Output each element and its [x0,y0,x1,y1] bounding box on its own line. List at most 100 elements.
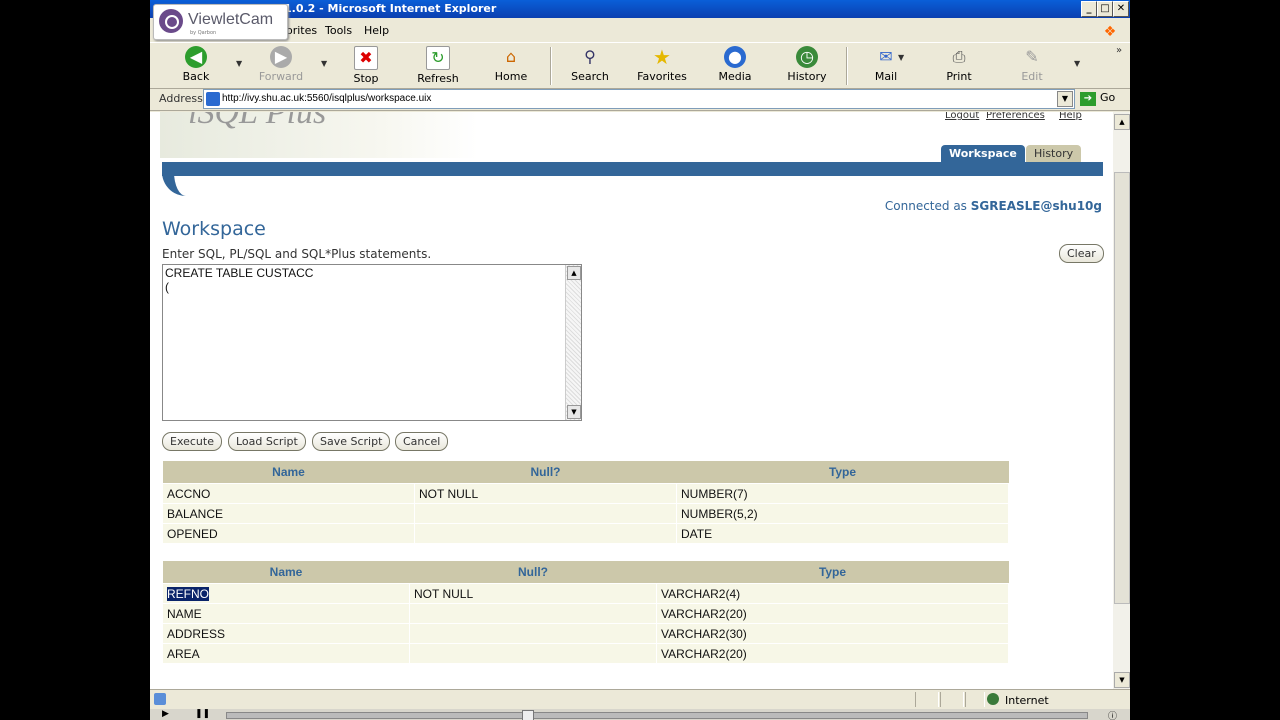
connection-status: Connected as SGREASLE@shu10g [885,199,1102,213]
toolbar-separator [550,47,552,85]
load-script-button[interactable]: Load Script [228,432,306,451]
scroll-thumb[interactable] [1114,172,1130,604]
page-title: Workspace [162,218,266,240]
scroll-down-icon[interactable]: ▼ [1114,672,1130,688]
preferences-link[interactable]: Preferences [986,112,1045,121]
refresh-label: Refresh [417,72,459,85]
logo-byline: by Qarbon [190,30,217,36]
star-icon: ★ [653,45,671,69]
home-label: Home [494,70,528,83]
cell-type: DATE [676,523,1009,544]
stop-button[interactable]: ✖ Stop [336,46,396,85]
forward-arrow-icon: ▶ [270,46,292,68]
print-label: Print [946,70,972,83]
execute-button[interactable]: Execute [162,432,222,451]
forward-button[interactable]: ▶ Forward [251,46,311,83]
info-icon[interactable]: ⓘ [1108,709,1117,720]
tab-history[interactable]: History [1026,145,1082,162]
column-header-type: Type [656,561,1009,584]
edit-button[interactable]: ✎ Edit [1002,46,1062,83]
cell-name: ACCNO [162,483,415,504]
back-dropdown-icon[interactable]: ▼ [236,59,242,68]
connected-user: SGREASLE@shu10g [970,199,1102,213]
go-button[interactable]: ➔ Go [1080,91,1115,106]
scroll-up-icon[interactable]: ▲ [567,266,581,280]
security-zone: Internet [1005,694,1049,707]
page-viewport: iSQL Plus Logout Preferences Help Worksp… [150,112,1113,689]
page-icon [206,92,220,106]
address-bar: Address ▼ ➔ Go [150,88,1130,111]
seek-handle[interactable] [522,710,534,720]
viewletcam-logo: ViewletCam by Qarbon [153,4,288,40]
table-row: REFNO NOT NULL VARCHAR2(4) [162,583,1009,604]
search-button[interactable]: ⚲ Search [560,46,620,83]
favorites-label: Favorites [637,70,687,83]
selected-text: REFNO [167,586,209,601]
logout-link[interactable]: Logout [945,112,979,121]
print-button[interactable]: ⎙ Print [929,46,989,83]
sql-input[interactable] [165,266,565,416]
go-arrow-icon: ➔ [1080,92,1096,106]
table-row: ADDRESS VARCHAR2(30) [162,623,1009,644]
media-button[interactable]: ● Media [705,46,765,83]
edit-dropdown-icon[interactable]: ▼ [1074,59,1080,68]
forward-label: Forward [258,70,304,83]
favorites-button[interactable]: ★ Favorites [632,46,692,83]
seek-track[interactable] [226,712,1088,719]
toolbar-overflow-icon[interactable]: » [1116,45,1122,56]
maximize-button[interactable]: □ [1097,1,1113,17]
menu-tools[interactable]: Tools [325,24,352,37]
tab-workspace[interactable]: Workspace [941,145,1025,162]
cell-type: NUMBER(7) [676,483,1009,504]
viewletcam-logo-icon [159,9,183,33]
search-label: Search [571,70,609,83]
result-table-second: Name Null? Type REFNO NOT NULL VARCHAR2(… [162,561,1009,664]
cell-name: OPENED [162,523,415,544]
back-button[interactable]: ◀ Back [166,46,226,83]
address-dropdown-icon[interactable]: ▼ [1057,91,1073,107]
mail-dropdown-icon[interactable]: ▼ [898,53,904,62]
clear-button[interactable]: Clear [1059,244,1104,263]
search-icon: ⚲ [584,47,596,66]
address-input[interactable] [222,91,1042,105]
mail-button[interactable]: ✉ Mail [856,46,916,83]
logo-brand: ViewletCam [188,11,274,28]
column-header-name: Name [162,561,410,584]
cell-null [409,643,657,664]
header-bar [162,162,1103,176]
cell-null [409,603,657,624]
cancel-button[interactable]: Cancel [395,432,449,451]
page-scrollbar[interactable]: ▲ ▼ [1113,112,1130,689]
refresh-button[interactable]: ↻ Refresh [408,46,468,85]
home-button[interactable]: ⌂ Home [481,46,541,83]
cell-name: NAME [162,603,410,624]
forward-dropdown-icon[interactable]: ▼ [321,59,327,68]
internet-zone-icon [987,693,999,705]
close-button[interactable]: ✕ [1113,1,1129,17]
scroll-down-icon[interactable]: ▼ [567,405,581,419]
scroll-up-icon[interactable]: ▲ [1114,114,1130,130]
column-header-type: Type [676,461,1009,484]
ie-page-icon [154,693,166,705]
cell-name: AREA [162,643,410,664]
editor-scrollbar[interactable]: ▲ ▼ [565,265,581,420]
menu-help[interactable]: Help [364,24,389,37]
table-row: AREA VARCHAR2(20) [162,643,1009,664]
save-script-button[interactable]: Save Script [312,432,391,451]
history-button[interactable]: ◷ History [777,46,837,83]
stop-label: Stop [353,72,379,85]
minimize-button[interactable]: _ [1081,1,1097,17]
cell-type: VARCHAR2(20) [656,643,1009,664]
cell-null [409,623,657,644]
cell-null: NOT NULL [409,583,657,604]
pause-icon[interactable]: ❚❚ [195,709,210,719]
column-header-null: Null? [414,461,677,484]
help-link[interactable]: Help [1059,112,1082,121]
media-globe-icon: ● [724,46,746,68]
table-row: BALANCE NUMBER(5,2) [162,503,1009,524]
printer-icon: ⎙ [952,47,966,66]
menu-favorites[interactable]: orites [286,24,317,37]
play-icon[interactable]: ▶ [162,709,169,719]
isqlplus-header-image: iSQL Plus [160,112,478,158]
table-header: Name Null? Type [162,461,1009,484]
